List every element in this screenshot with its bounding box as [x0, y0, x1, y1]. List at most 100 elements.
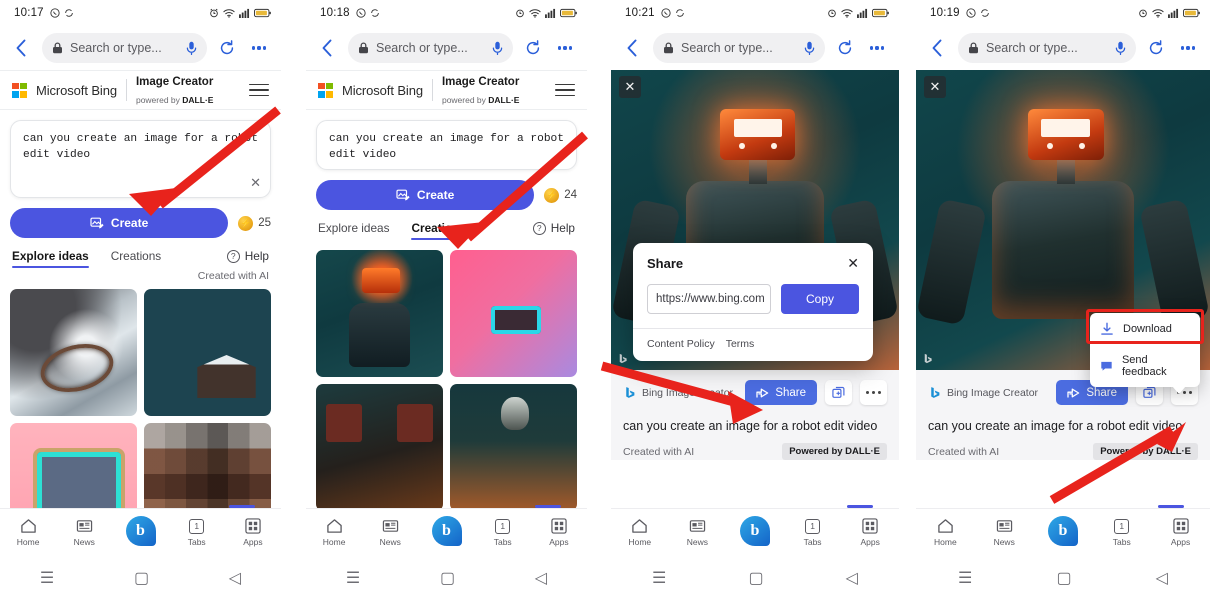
nav-apps[interactable]: Apps [1151, 518, 1210, 547]
share-dialog[interactable]: Share ✕ https://www.bing.com Copy Conten… [633, 243, 873, 361]
create-button[interactable]: Create [10, 208, 229, 238]
prompt-input[interactable]: can you create an image for a robot edit… [23, 132, 258, 164]
share-button[interactable]: Share [745, 380, 817, 405]
status-time: 10:17 [14, 7, 44, 19]
prompt-composer[interactable]: can you create an image for a robot edit… [316, 120, 577, 170]
tabs-icon: 1 [805, 518, 821, 534]
omnibox[interactable]: Search or type... [958, 33, 1136, 63]
browser-more-button[interactable] [553, 36, 577, 60]
search-input[interactable]: Search or type... [681, 41, 797, 55]
nav-tabs[interactable]: 1 Tabs [1092, 518, 1151, 547]
reload-button[interactable] [215, 36, 239, 60]
nav-apps[interactable]: Apps [841, 518, 899, 547]
home-button[interactable]: ▢ [748, 568, 763, 588]
nav-tabs[interactable]: 1 Tabs [784, 518, 842, 547]
tab-creations[interactable]: Creations [111, 249, 162, 268]
microphone-icon[interactable] [186, 41, 197, 55]
close-icon[interactable]: ✕ [924, 76, 946, 98]
home-button[interactable]: ▢ [440, 568, 455, 588]
nav-home[interactable]: Home [306, 518, 362, 547]
recents-button[interactable]: ☰ [958, 568, 972, 588]
create-button[interactable]: Create [316, 180, 535, 210]
help-link[interactable]: ? Help [532, 221, 575, 240]
snow-cabin-thumbnail[interactable] [144, 289, 271, 416]
tab-explore-ideas[interactable]: Explore ideas [318, 221, 389, 240]
nav-bing[interactable]: b [726, 516, 784, 546]
recents-button[interactable]: ☰ [652, 568, 666, 588]
add-to-collections-button[interactable] [825, 380, 852, 405]
back-button[interactable]: ◁ [535, 568, 547, 588]
robot-result-4-thumbnail[interactable] [450, 384, 577, 511]
status-right-icons [209, 8, 271, 18]
home-button[interactable]: ▢ [1056, 568, 1071, 588]
microphone-icon[interactable] [1115, 41, 1126, 55]
browser-back-button[interactable] [8, 35, 34, 61]
share-url-input[interactable]: https://www.bing.com [647, 284, 771, 314]
back-button[interactable]: ◁ [846, 568, 858, 588]
browser-more-button[interactable] [247, 36, 271, 60]
browser-back-button[interactable] [924, 35, 950, 61]
microphone-icon[interactable] [804, 41, 815, 55]
pearl-ring-thumbnail[interactable] [10, 289, 137, 416]
tab-creations[interactable]: Creations [411, 221, 467, 240]
recents-button[interactable]: ☰ [40, 568, 54, 588]
robot-result-2-thumbnail[interactable] [450, 250, 577, 377]
menu-item-send-feedback[interactable]: Send feedback [1090, 345, 1200, 387]
alarm-icon [1138, 8, 1148, 18]
browser-back-button[interactable] [314, 35, 340, 61]
omnibox[interactable]: Search or type... [42, 33, 207, 63]
nav-bing[interactable]: b [418, 516, 474, 546]
prompt-composer[interactable]: can you create an image for a robot edit… [10, 120, 271, 198]
nav-home[interactable]: Home [916, 518, 975, 547]
share-icon [1067, 388, 1080, 397]
browser-more-button[interactable] [1176, 36, 1200, 60]
hamburger-menu-icon[interactable] [555, 83, 575, 97]
nav-tabs-label: Tabs [803, 536, 822, 547]
clear-icon[interactable]: ✕ [250, 175, 261, 191]
reload-button[interactable] [833, 36, 857, 60]
question-circle-icon: ? [226, 249, 240, 263]
microsoft-logo-icon [12, 82, 27, 98]
nav-tabs[interactable]: 1 Tabs [169, 518, 225, 547]
home-button[interactable]: ▢ [134, 568, 149, 588]
nav-tabs[interactable]: 1 Tabs [475, 518, 531, 547]
robot-result-3-thumbnail[interactable] [316, 384, 443, 511]
help-link[interactable]: ? Help [226, 249, 269, 268]
microphone-icon[interactable] [492, 41, 503, 55]
wifi-icon [1152, 8, 1164, 18]
reload-button[interactable] [1144, 36, 1168, 60]
nav-apps[interactable]: Apps [531, 518, 587, 547]
search-input[interactable]: Search or type... [376, 41, 485, 55]
back-button[interactable]: ◁ [1156, 568, 1168, 588]
reload-button[interactable] [521, 36, 545, 60]
search-input[interactable]: Search or type... [986, 41, 1108, 55]
more-options-button[interactable] [860, 380, 887, 405]
nav-apps[interactable]: Apps [225, 518, 281, 547]
recents-button[interactable]: ☰ [346, 568, 360, 588]
copy-button[interactable]: Copy [781, 284, 859, 314]
hamburger-menu-icon[interactable] [249, 83, 269, 97]
terms-link[interactable]: Terms [726, 338, 755, 350]
content-policy-link[interactable]: Content Policy [647, 338, 715, 350]
lock-icon [358, 42, 369, 54]
search-input[interactable]: Search or type... [70, 41, 179, 55]
browser-more-button[interactable] [865, 36, 889, 60]
nav-home[interactable]: Home [611, 518, 669, 547]
nav-home[interactable]: Home [0, 518, 56, 547]
close-icon[interactable]: ✕ [847, 255, 859, 272]
nav-news[interactable]: News [975, 518, 1034, 547]
nav-news[interactable]: News [362, 518, 418, 547]
nav-bing[interactable]: b [1034, 516, 1093, 546]
close-icon[interactable]: ✕ [619, 76, 641, 98]
nav-bing[interactable]: b [112, 516, 168, 546]
back-button[interactable]: ◁ [229, 568, 241, 588]
nav-news[interactable]: News [669, 518, 727, 547]
nav-news[interactable]: News [56, 518, 112, 547]
omnibox[interactable]: Search or type... [348, 33, 513, 63]
omnibox[interactable]: Search or type... [653, 33, 825, 63]
robot-result-1-thumbnail[interactable] [316, 250, 443, 377]
robot-torso [992, 181, 1134, 319]
browser-back-button[interactable] [619, 35, 645, 61]
tab-explore-ideas[interactable]: Explore ideas [12, 249, 89, 268]
prompt-input[interactable]: can you create an image for a robot edit… [329, 132, 564, 164]
